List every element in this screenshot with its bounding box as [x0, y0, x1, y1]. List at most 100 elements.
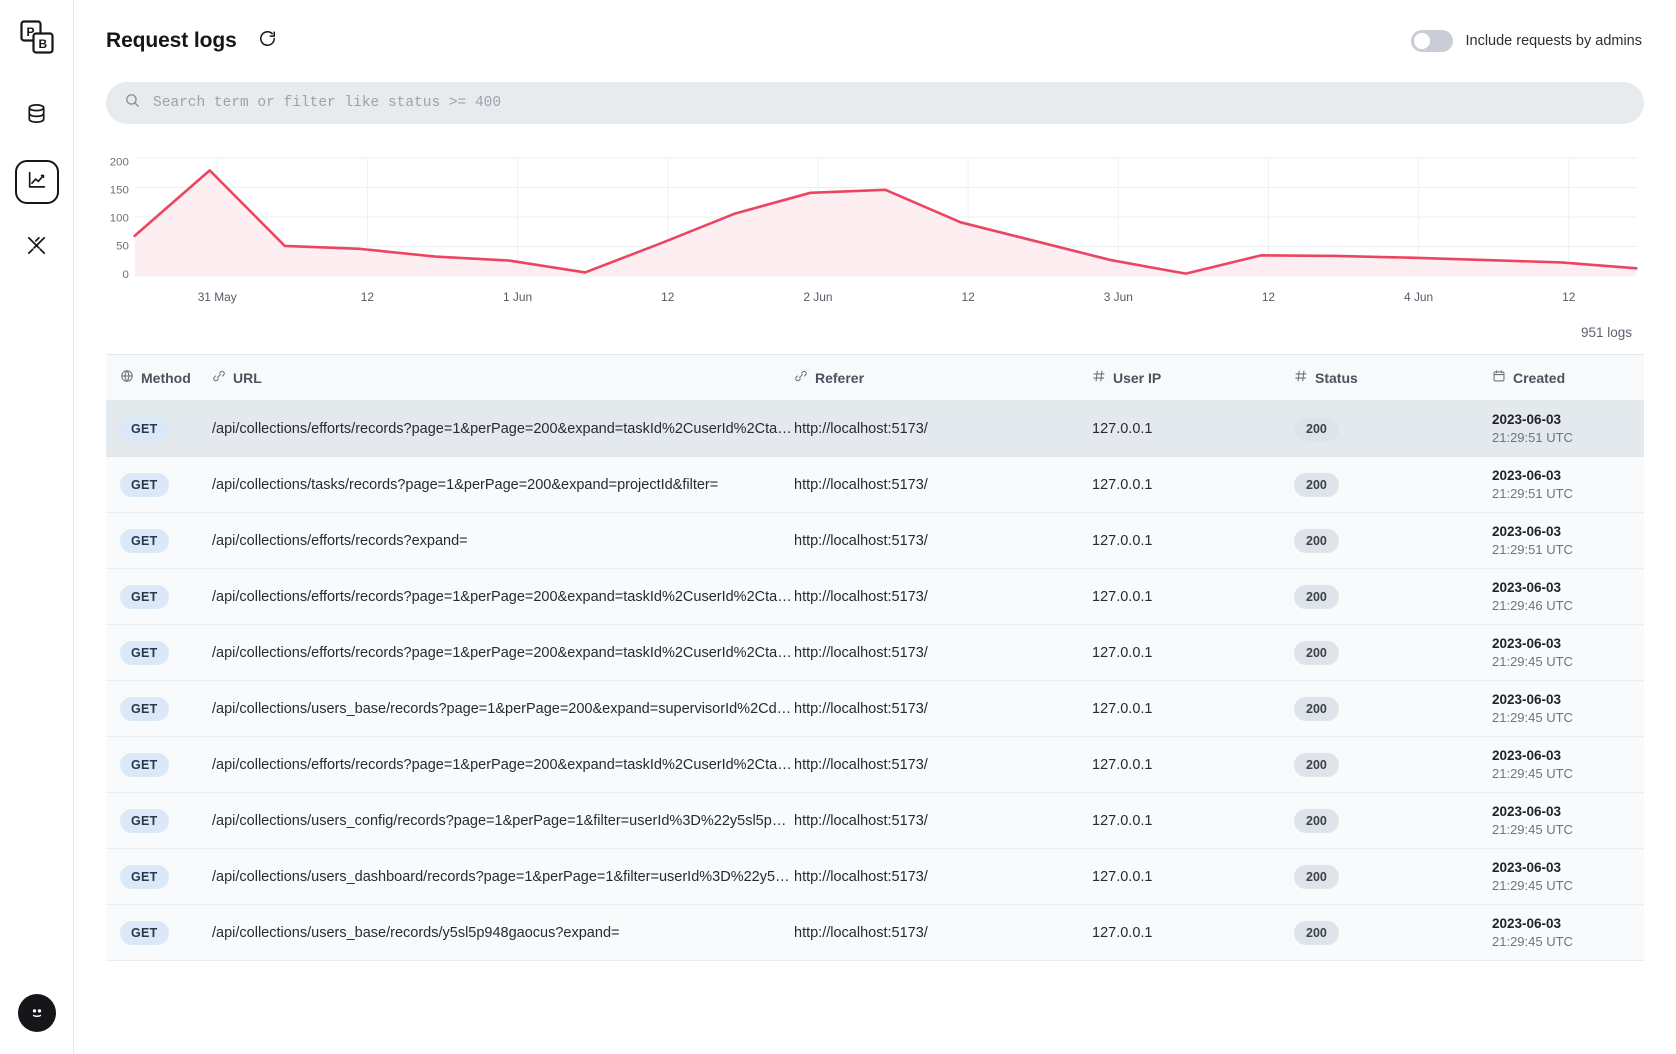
created-time: 21:29:51 UTC — [1492, 485, 1573, 501]
table-row[interactable]: GET/api/collections/users_base/records?p… — [106, 680, 1644, 737]
method-badge: GET — [120, 752, 169, 777]
referer-link[interactable]: http://localhost:5173/ — [794, 589, 928, 605]
main-area: Request logs Include requests by admins — [74, 0, 1676, 1054]
sidebar-item-collections[interactable] — [15, 94, 59, 138]
method-badge: GET — [120, 640, 169, 665]
table-row[interactable]: GET/api/collections/efforts/records?page… — [106, 400, 1644, 457]
method-badge: GET — [120, 528, 169, 553]
cell-referer: http://localhost:5173/ — [794, 400, 1092, 457]
globe-icon — [120, 369, 134, 386]
cell-method: GET — [106, 792, 212, 849]
include-admin-requests-label: Include requests by admins — [1465, 33, 1642, 49]
table-row[interactable]: GET/api/collections/efforts/records?page… — [106, 624, 1644, 681]
referer-link[interactable]: http://localhost:5173/ — [794, 421, 928, 437]
topbar: Request logs Include requests by admins — [74, 0, 1676, 82]
cell-referer: http://localhost:5173/ — [794, 680, 1092, 737]
table-row[interactable]: GET/api/collections/efforts/records?expa… — [106, 512, 1644, 569]
table-row[interactable]: GET/api/collections/users_dashboard/reco… — [106, 848, 1644, 905]
cell-url: /api/collections/efforts/records?page=1&… — [212, 568, 794, 625]
cell-referer: http://localhost:5173/ — [794, 792, 1092, 849]
referer-link[interactable]: http://localhost:5173/ — [794, 757, 928, 773]
cell-method: GET — [106, 624, 212, 681]
requests-chart: 0 50 100 150 200 31 May 12 1 Jun 12 2 Jun 12 3 Jun… — [106, 146, 1644, 321]
cell-referer: http://localhost:5173/ — [794, 624, 1092, 681]
cell-url: /api/collections/users_base/records?page… — [212, 680, 794, 737]
cell-status: 200 — [1294, 736, 1492, 793]
search-input[interactable] — [153, 95, 1626, 111]
method-badge: GET — [120, 920, 169, 945]
chart-line-icon — [26, 169, 48, 196]
cell-referer: http://localhost:5173/ — [794, 904, 1092, 961]
column-label-status: Status — [1315, 369, 1358, 386]
table-row[interactable]: GET/api/collections/efforts/records?page… — [106, 568, 1644, 625]
table-row[interactable]: GET/api/collections/tasks/records?page=1… — [106, 456, 1644, 513]
cell-method: GET — [106, 736, 212, 793]
referer-link[interactable]: http://localhost:5173/ — [794, 701, 928, 717]
logs-table-container[interactable]: Method URL Referer User IP Status Create… — [106, 354, 1644, 1054]
created-time: 21:29:51 UTC — [1492, 541, 1573, 557]
column-header-created[interactable]: Created — [1492, 354, 1644, 401]
table-row[interactable]: GET/api/collections/users_config/records… — [106, 792, 1644, 849]
cell-userip: 127.0.0.1 — [1092, 904, 1294, 961]
column-label-referer: Referer — [815, 369, 865, 386]
cell-created: 2023-06-03 21:29:45 UTC — [1492, 848, 1644, 905]
pocketbase-logo[interactable]: P B — [16, 16, 58, 58]
cell-userip: 127.0.0.1 — [1092, 736, 1294, 793]
cell-method: GET — [106, 848, 212, 905]
cell-created: 2023-06-03 21:29:51 UTC — [1492, 512, 1644, 569]
created-time: 21:29:45 UTC — [1492, 877, 1573, 893]
cell-userip: 127.0.0.1 — [1092, 568, 1294, 625]
table-row[interactable]: GET/api/collections/efforts/records?page… — [106, 736, 1644, 793]
toggle-knob — [1414, 33, 1431, 49]
column-header-userip[interactable]: User IP — [1092, 354, 1294, 401]
cell-url: /api/collections/users_dashboard/records… — [212, 848, 794, 905]
page-title: Request logs — [106, 29, 237, 52]
calendar-icon — [1492, 369, 1506, 386]
method-badge: GET — [120, 808, 169, 833]
logs-count: 951 logs — [1580, 325, 1632, 340]
logs-table: Method URL Referer User IP Status Create… — [106, 354, 1644, 961]
created-time: 21:29:45 UTC — [1492, 933, 1573, 949]
avatar[interactable] — [18, 994, 56, 1032]
sidebar: P B — [0, 0, 74, 1054]
status-badge: 200 — [1294, 472, 1339, 497]
chart-area-fill — [134, 170, 1637, 276]
cell-created: 2023-06-03 21:29:46 UTC — [1492, 568, 1644, 625]
search-bar[interactable] — [106, 82, 1644, 124]
created-date: 2023-06-03 — [1492, 523, 1562, 539]
cell-method: GET — [106, 568, 212, 625]
cell-userip: 127.0.0.1 — [1092, 512, 1294, 569]
cell-userip: 127.0.0.1 — [1092, 792, 1294, 849]
cell-userip: 127.0.0.1 — [1092, 680, 1294, 737]
cell-created: 2023-06-03 21:29:45 UTC — [1492, 680, 1644, 737]
status-badge: 200 — [1294, 584, 1339, 609]
database-icon — [25, 102, 48, 130]
cell-userip: 127.0.0.1 — [1092, 848, 1294, 905]
status-badge: 200 — [1294, 752, 1339, 777]
referer-link[interactable]: http://localhost:5173/ — [794, 869, 928, 885]
cell-method: GET — [106, 904, 212, 961]
referer-link[interactable]: http://localhost:5173/ — [794, 645, 928, 661]
status-badge: 200 — [1294, 640, 1339, 665]
cell-method: GET — [106, 680, 212, 737]
status-badge: 200 — [1294, 696, 1339, 721]
table-header-row: Method URL Referer User IP Status Create… — [106, 354, 1644, 401]
referer-link[interactable]: http://localhost:5173/ — [794, 533, 928, 549]
referer-link[interactable]: http://localhost:5173/ — [794, 813, 928, 829]
refresh-button[interactable] — [255, 28, 281, 54]
column-header-method[interactable]: Method — [106, 354, 212, 401]
cell-method: GET — [106, 400, 212, 457]
referer-link[interactable]: http://localhost:5173/ — [794, 477, 928, 493]
column-header-referer[interactable]: Referer — [794, 354, 1092, 401]
sidebar-item-logs[interactable] — [14, 160, 59, 204]
column-header-url[interactable]: URL — [212, 354, 794, 401]
include-admin-requests-toggle[interactable] — [1411, 30, 1454, 52]
sidebar-item-settings[interactable] — [15, 226, 59, 270]
created-date: 2023-06-03 — [1492, 915, 1562, 931]
table-row[interactable]: GET/api/collections/users_base/records/y… — [106, 904, 1644, 961]
cell-created: 2023-06-03 21:29:45 UTC — [1492, 736, 1644, 793]
cell-method: GET — [106, 512, 212, 569]
referer-link[interactable]: http://localhost:5173/ — [794, 925, 928, 941]
created-time: 21:29:45 UTC — [1492, 653, 1573, 669]
column-header-status[interactable]: Status — [1294, 354, 1492, 401]
